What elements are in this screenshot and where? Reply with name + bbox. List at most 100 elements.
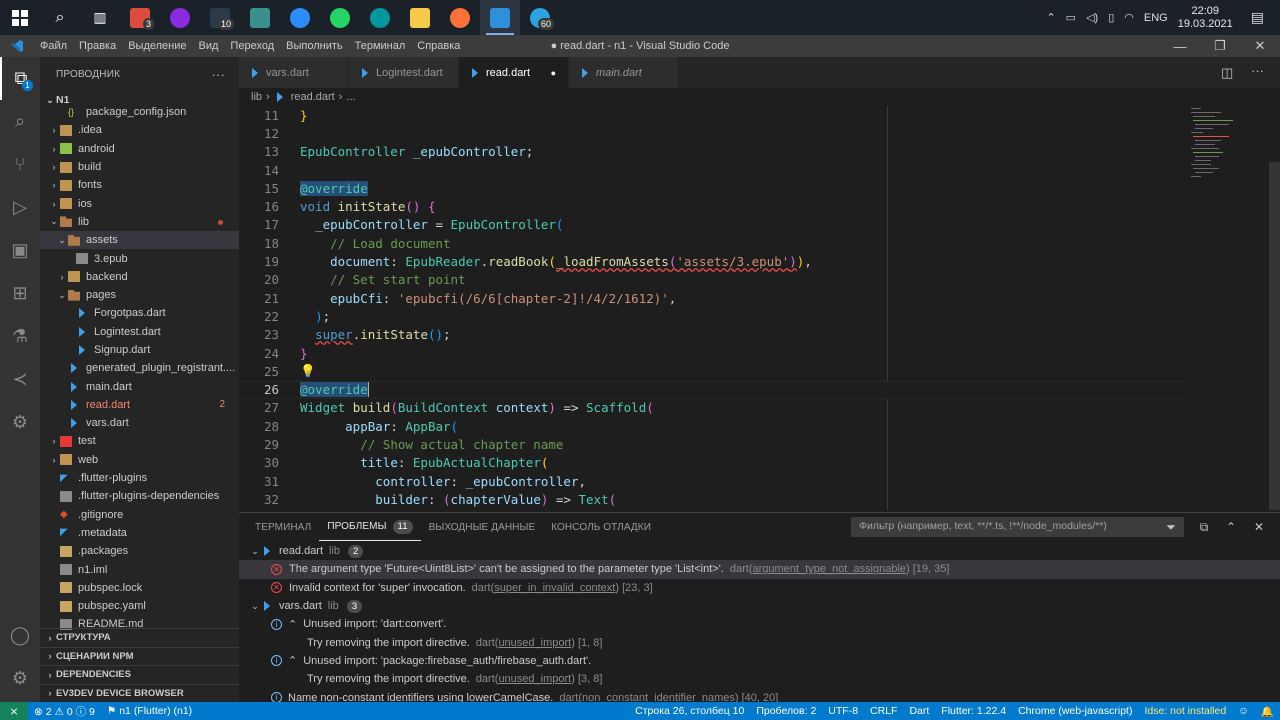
tree-item[interactable]: › fonts (40, 176, 239, 194)
tree-item[interactable]: ◤ .flutter-plugins (40, 469, 239, 487)
menu-item[interactable]: Файл (34, 35, 73, 57)
menu-item[interactable]: Выполнить (280, 35, 348, 57)
flutter-icon[interactable]: ≺ (0, 358, 40, 401)
menu-item[interactable]: Справка (411, 35, 466, 57)
editor-tab[interactable]: read.dart ● (459, 57, 569, 88)
close-button[interactable]: ✕ (1240, 35, 1280, 57)
problem-code-link[interactable]: unused_import (498, 637, 571, 649)
tree-item[interactable]: main.dart (40, 377, 239, 395)
editor-tab[interactable]: main.dart (569, 57, 679, 88)
problem-code-link[interactable]: argument_type_not_assignable (753, 563, 907, 575)
wifi-icon[interactable]: ◠ (1124, 11, 1134, 24)
problems-filter-input[interactable]: Фильтр (например, text, **/*.ts, !**/nod… (851, 517, 1184, 537)
sidebar-section[interactable]: › DEPENDENCIES (40, 665, 239, 684)
panel-tab[interactable]: КОНСОЛЬ ОТЛАДКИ (543, 513, 659, 541)
breadcrumb-item-lib[interactable]: lib (251, 91, 262, 103)
clock[interactable]: 22:09 19.03.2021 (1178, 5, 1233, 31)
menu-item[interactable]: Выделение (122, 35, 192, 57)
menu-item[interactable]: Терминал (349, 35, 412, 57)
tree-item[interactable]: Forgotpas.dart (40, 304, 239, 322)
tree-item[interactable]: ⌄ lib (40, 213, 239, 231)
problem-code-link[interactable]: unused_import (498, 673, 571, 685)
flutter-project[interactable]: ⚑ n1 (Flutter) (n1) (101, 705, 198, 717)
account-icon[interactable]: ◯ (0, 614, 40, 657)
close-panel-icon[interactable]: ✕ (1249, 517, 1269, 537)
volume-icon[interactable]: ◁) (1086, 11, 1098, 24)
sidebar-section[interactable]: › EV3DEV DEVICE BROWSER (40, 683, 239, 703)
indentation[interactable]: Пробелов: 2 (750, 705, 822, 717)
minimize-button[interactable]: — (1160, 35, 1200, 57)
tree-item[interactable]: Signup.dart (40, 341, 239, 359)
file-explorer-icon[interactable] (400, 0, 440, 35)
more-actions-icon[interactable]: ··· (211, 67, 225, 82)
flutter-version[interactable]: Flutter: 1.22.4 (935, 705, 1012, 717)
tree-item[interactable]: › build (40, 158, 239, 176)
feedback-icon[interactable]: ☺ (1232, 705, 1255, 717)
explorer-icon[interactable]: ⧉ 1 (0, 57, 40, 100)
tree-item[interactable]: › test (40, 432, 239, 450)
battery-icon[interactable]: ▯ (1108, 11, 1114, 24)
panel-tab[interactable]: ПРОБЛЕМЫ 11 (319, 513, 421, 541)
line-endings[interactable]: CRLF (864, 705, 903, 717)
tree-item[interactable]: generated_plugin_registrant.... (40, 359, 239, 377)
todoist-icon[interactable]: 3 (120, 0, 160, 35)
search-icon[interactable]: ⌕ (40, 0, 80, 35)
menu-item[interactable]: Переход (224, 35, 280, 57)
more-actions-icon[interactable]: ··· (1251, 63, 1264, 78)
minimap[interactable] (1189, 106, 1269, 216)
firefox-icon[interactable] (440, 0, 480, 35)
notifications-bell-icon[interactable]: 🔔 (1255, 705, 1280, 718)
tree-item[interactable]: › .idea (40, 121, 239, 139)
language-mode[interactable]: Dart (903, 705, 935, 717)
notifications-icon[interactable]: ▤ (1251, 9, 1264, 26)
problems-summary[interactable]: ⊗ 2 ⚠ 0 ⓘ 9 (28, 704, 101, 719)
extensions-icon[interactable]: ⊞ (0, 272, 40, 315)
problem-file-group[interactable]: ⌄ read.dart lib 2 (239, 542, 1280, 560)
maximize-panel-icon[interactable]: ⌃ (1221, 517, 1241, 537)
menu-item[interactable]: Правка (73, 35, 122, 57)
editor-tab[interactable]: Logintest.dart (349, 57, 459, 88)
problem-code-link[interactable]: super_in_invalid_context (494, 582, 615, 594)
tree-item[interactable]: ⌄ assets (40, 231, 239, 250)
vscode-icon[interactable] (480, 0, 520, 35)
problem-item[interactable]: i ⌃ Unused import: 'package:firebase_auth/… (239, 652, 1280, 670)
language-indicator[interactable]: ENG (1144, 12, 1168, 24)
whatsapp-icon[interactable] (320, 0, 360, 35)
settings-gear-icon[interactable]: ⚙ (0, 657, 40, 700)
breadcrumb-item-file[interactable]: read.dart (291, 91, 335, 103)
tree-item[interactable]: 3.epub (40, 249, 239, 267)
tree-item[interactable]: .flutter-plugins-dependencies (40, 487, 239, 505)
remote-explorer-icon[interactable]: ▣ (0, 229, 40, 272)
code-editor[interactable]: 11} 12 13 EpubController _epubController; 14… (239, 106, 1280, 510)
collapse-all-icon[interactable]: ⧉ (1194, 517, 1214, 537)
chevron-up-icon[interactable]: ⌃ (288, 618, 297, 631)
chevron-up-icon[interactable]: ⌃ (1046, 11, 1055, 24)
tree-item[interactable]: › ios (40, 194, 239, 212)
ev3dev-icon[interactable]: ⚙ (0, 401, 40, 444)
tree-item[interactable]: ◤ .metadata (40, 524, 239, 542)
tree-item[interactable]: n1.iml (40, 560, 239, 578)
task-view-icon[interactable]: ▥ (80, 0, 120, 35)
tree-item[interactable]: read.dart 2 (40, 396, 239, 414)
tree-item[interactable]: ◆ .gitignore (40, 506, 239, 524)
sidebar-section[interactable]: › СТРУКТУРА (40, 628, 239, 647)
tree-item[interactable]: {} package_config.json (40, 103, 239, 121)
sidebar-section[interactable]: › СЦЕНАРИИ NPM (40, 646, 239, 666)
tree-item[interactable]: .packages (40, 542, 239, 560)
tree-item[interactable]: ⌄ pages (40, 286, 239, 304)
encoding[interactable]: UTF-8 (822, 705, 864, 717)
problem-detail[interactable]: Try removing the import directive. dart(u… (239, 633, 1280, 651)
unsaved-dot-icon[interactable]: ● (533, 68, 556, 78)
problem-file-group[interactable]: ⌄ vars.dart lib 3 (239, 597, 1280, 615)
remote-indicator[interactable]: ⨯ (0, 702, 28, 720)
zoom-icon[interactable] (280, 0, 320, 35)
chevron-up-icon[interactable]: ⌃ (288, 654, 297, 667)
tree-item[interactable]: vars.dart (40, 414, 239, 432)
vertical-scrollbar[interactable] (1269, 162, 1280, 510)
tree-item[interactable]: pubspec.lock (40, 579, 239, 597)
editor-tab[interactable]: vars.dart (239, 57, 349, 88)
app-purple-icon[interactable] (160, 0, 200, 35)
problem-item[interactable]: ✕ Invalid context for 'super' invocation.… (239, 579, 1280, 597)
arduino-icon[interactable] (360, 0, 400, 35)
tray-app-icon[interactable] (240, 0, 280, 35)
